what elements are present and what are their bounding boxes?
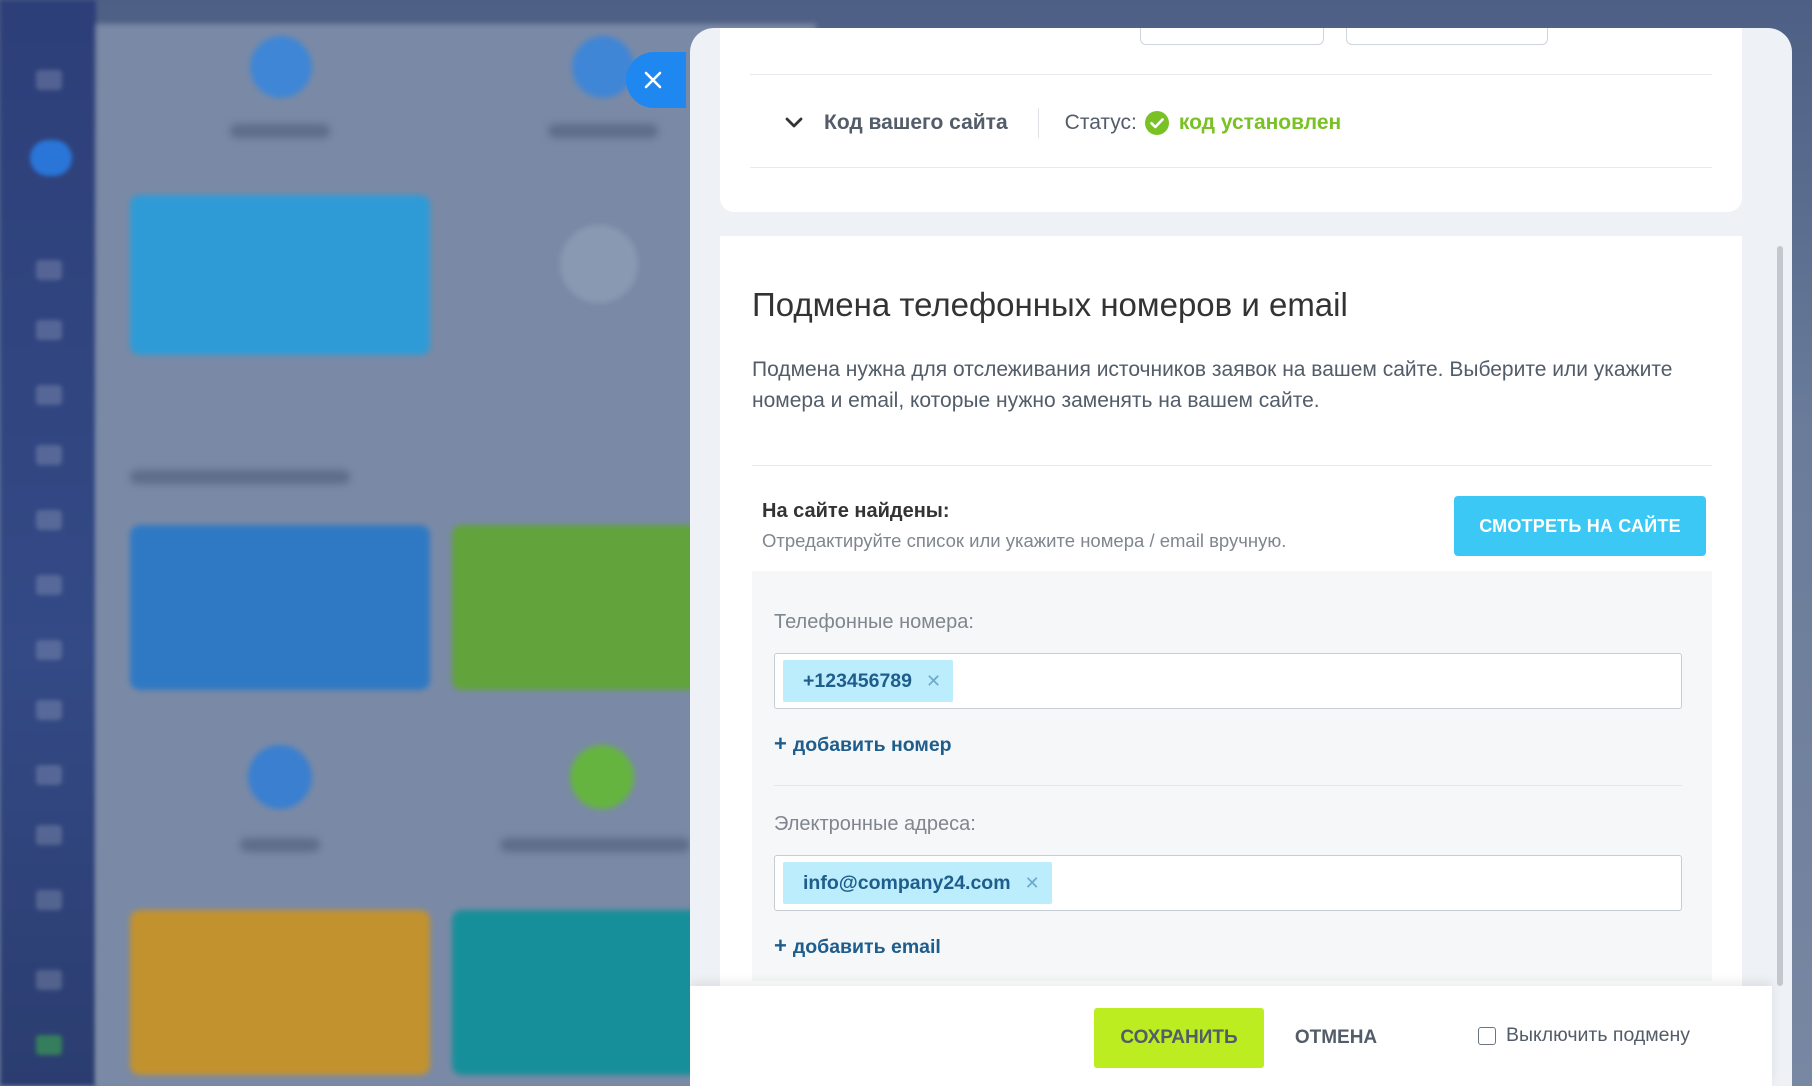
email-tag: info@company24.com ✕ xyxy=(783,862,1052,904)
remove-tag-icon[interactable]: ✕ xyxy=(1025,874,1040,892)
add-phone-label: добавить номер xyxy=(792,734,952,756)
panel-footer: СОХРАНИТЬ ОТМЕНА Выключить подмену xyxy=(690,986,1772,1086)
status-label: Статус: xyxy=(1064,111,1137,134)
section-title: Подмена телефонных номеров и email xyxy=(752,286,1348,323)
scrollbar-thumb[interactable] xyxy=(1777,246,1783,986)
site-code-row: Код вашего сайта Статус: код установлен xyxy=(784,103,1341,143)
divider xyxy=(750,167,1712,168)
save-button[interactable]: СОХРАНИТЬ xyxy=(1094,1008,1264,1068)
substitution-card: Подмена телефонных номеров и email Подме… xyxy=(720,236,1742,1016)
chevron-down-icon[interactable] xyxy=(784,113,804,133)
field-stub-left xyxy=(1140,28,1324,45)
view-on-site-button[interactable]: СМОТРЕТЬ НА САЙТЕ xyxy=(1454,496,1706,556)
disable-substitution-toggle[interactable]: Выключить подмену xyxy=(1478,1024,1690,1047)
phone-tag: +123456789 ✕ xyxy=(783,660,954,702)
email-tag-value: info@company24.com xyxy=(803,871,1011,894)
separator xyxy=(1037,108,1039,138)
status-value: код установлен xyxy=(1178,111,1342,134)
divider xyxy=(774,785,1682,786)
phones-label: Телефонные номера: xyxy=(774,611,974,633)
settings-panel: Код вашего сайта Статус: код установлен … xyxy=(690,28,1792,1086)
add-email-link[interactable]: + добавить email xyxy=(774,933,941,959)
remove-tag-icon[interactable]: ✕ xyxy=(926,672,941,690)
found-header: На сайте найдены: Отредактируйте список … xyxy=(752,466,1712,576)
add-phone-link[interactable]: + добавить номер xyxy=(774,731,952,757)
found-subtitle: Отредактируйте список или укажите номера… xyxy=(762,530,1287,551)
phones-input[interactable]: +123456789 ✕ xyxy=(774,653,1682,709)
disable-substitution-label: Выключить подмену xyxy=(1506,1024,1691,1046)
check-circle-icon xyxy=(1144,111,1169,135)
plus-icon: + xyxy=(774,731,787,756)
divider xyxy=(750,74,1712,75)
close-panel-button[interactable] xyxy=(626,52,686,108)
disable-substitution-checkbox[interactable] xyxy=(1478,1026,1496,1045)
site-code-toggle[interactable]: Код вашего сайта xyxy=(824,111,1008,135)
background-sidebar xyxy=(0,0,96,1086)
field-stub-right xyxy=(1346,28,1548,45)
found-title: На сайте найдены: xyxy=(762,500,950,522)
plus-icon: + xyxy=(774,933,787,958)
close-icon xyxy=(644,71,662,89)
section-description: Подмена нужна для отслеживания источнико… xyxy=(752,358,1673,412)
found-items-box: Телефонные номера: +123456789 ✕ + добавит… xyxy=(752,571,1712,981)
emails-input[interactable]: info@company24.com ✕ xyxy=(774,855,1682,911)
phone-tag-value: +123456789 xyxy=(803,669,912,692)
emails-label: Электронные адреса: xyxy=(774,813,976,835)
add-email-label: добавить email xyxy=(792,936,941,958)
cancel-button[interactable]: ОТМЕНА xyxy=(1284,1008,1388,1068)
site-code-card: Код вашего сайта Статус: код установлен xyxy=(720,28,1742,212)
